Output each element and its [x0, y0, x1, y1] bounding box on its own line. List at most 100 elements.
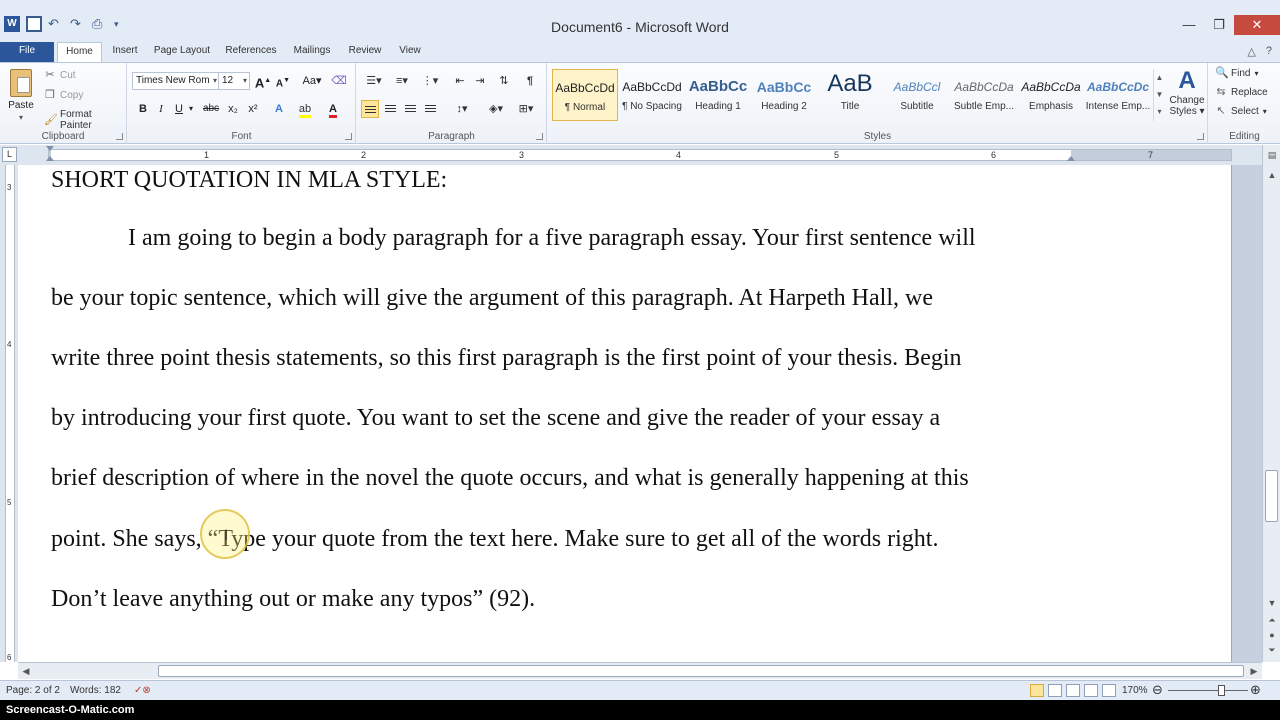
increase-indent-icon[interactable]: ⇥: [471, 72, 489, 90]
restore-icon[interactable]: ❐: [1204, 15, 1234, 35]
view-ruler-icon[interactable]: ▤: [1264, 147, 1280, 163]
highlight-icon[interactable]: ab: [296, 100, 314, 118]
font-name-combo[interactable]: Times New Rom ▾: [132, 72, 220, 90]
horizontal-scrollbar[interactable]: ◀ ▶: [18, 662, 1262, 679]
show-formatting-icon[interactable]: ¶: [521, 72, 539, 90]
zoom-slider-track[interactable]: [1168, 690, 1248, 691]
tab-selector-icon[interactable]: L: [2, 147, 17, 162]
shrink-font-button[interactable]: A▼: [274, 72, 292, 90]
tab-view[interactable]: View: [394, 42, 426, 62]
cut-button[interactable]: ✂ Cut: [44, 69, 75, 81]
vertical-ruler[interactable]: 3 4 5 6: [5, 165, 15, 662]
superscript-button[interactable]: x²: [244, 100, 262, 118]
replace-button[interactable]: ⇆ Replace: [1215, 86, 1267, 98]
italic-button[interactable]: I: [152, 100, 170, 118]
strikethrough-button[interactable]: abc: [200, 100, 222, 118]
scroll-right-icon[interactable]: ▶: [1246, 663, 1262, 679]
more-styles-icon[interactable]: ▾: [1154, 103, 1165, 120]
bullets-icon[interactable]: ☰▾: [361, 72, 387, 90]
web-layout-view-icon[interactable]: [1066, 684, 1080, 697]
style-emphasis[interactable]: AaBbCcDa Emphasis: [1018, 69, 1084, 121]
help-icon[interactable]: ?: [1266, 45, 1272, 58]
previous-page-icon[interactable]: ⏶: [1264, 612, 1280, 628]
style-no-spacing[interactable]: AaBbCcDd ¶ No Spacing: [619, 69, 685, 121]
minimize-ribbon-icon[interactable]: △: [1247, 45, 1255, 58]
style-name: ¶ Normal: [564, 102, 606, 113]
full-screen-reading-view-icon[interactable]: [1048, 684, 1062, 697]
style-subtle-emphasis[interactable]: AaBbCcDa Subtle Emp...: [951, 69, 1017, 121]
chevron-up-icon[interactable]: ▲: [1154, 69, 1165, 86]
paste-button[interactable]: Paste ▾: [4, 67, 38, 125]
right-indent-marker[interactable]: [1067, 156, 1075, 161]
clear-formatting-icon[interactable]: ⌫: [330, 72, 348, 90]
justify-icon[interactable]: [421, 100, 439, 118]
tab-page-layout[interactable]: Page Layout: [150, 42, 214, 62]
change-case-button[interactable]: Aa▾: [300, 72, 324, 90]
find-button[interactable]: 🔍 Find ▾: [1215, 67, 1258, 79]
style-intense-emphasis[interactable]: AaBbCcDc Intense Emp...: [1085, 69, 1151, 121]
page-indicator[interactable]: Page: 2 of 2: [6, 685, 60, 696]
subscript-button[interactable]: x₂: [224, 100, 242, 118]
tab-home[interactable]: Home: [57, 42, 102, 62]
document-page[interactable]: SHORT QUOTATION IN MLA STYLE: I am going…: [18, 165, 1232, 662]
align-right-icon[interactable]: [401, 100, 419, 118]
chevron-down-icon[interactable]: ▼: [1154, 86, 1165, 103]
style-heading-1[interactable]: AaBbCc Heading 1: [685, 69, 751, 121]
text-effects-icon[interactable]: A: [270, 100, 288, 118]
horizontal-scroll-thumb[interactable]: [158, 665, 1244, 677]
scroll-down-icon[interactable]: ▼: [1264, 595, 1280, 611]
numbering-icon[interactable]: ≡▾: [389, 72, 415, 90]
sort-icon[interactable]: ⇅: [495, 72, 513, 90]
tab-review[interactable]: Review: [344, 42, 386, 62]
align-left-icon[interactable]: [361, 100, 379, 118]
tab-mailings[interactable]: Mailings: [288, 42, 336, 62]
styles-launcher-icon[interactable]: [1197, 133, 1204, 140]
select-button[interactable]: ↖ Select ▾: [1215, 105, 1266, 117]
zoom-level[interactable]: 170%: [1122, 685, 1148, 696]
style-normal[interactable]: AaBbCcDd ¶ Normal: [552, 69, 618, 121]
minimize-icon[interactable]: —: [1174, 15, 1204, 35]
underline-dropdown-icon[interactable]: ▾: [186, 100, 196, 118]
hanging-indent-marker[interactable]: [46, 156, 54, 161]
proofing-icon[interactable]: ✓⊗: [134, 685, 151, 696]
outline-view-icon[interactable]: [1084, 684, 1098, 697]
browse-object-icon[interactable]: ●: [1264, 627, 1280, 643]
draft-view-icon[interactable]: [1102, 684, 1116, 697]
line-spacing-icon[interactable]: ↕▾: [449, 100, 475, 118]
vertical-scrollbar[interactable]: ▤ ▲ ▼ ⏶ ● ⏷: [1262, 145, 1280, 662]
tab-references[interactable]: References: [222, 42, 280, 62]
clipboard-launcher-icon[interactable]: [116, 133, 123, 140]
borders-icon[interactable]: ⊞▾: [513, 100, 539, 118]
vertical-scroll-thumb[interactable]: [1265, 470, 1278, 522]
horizontal-ruler[interactable]: 1 2 3 4 5 6 7: [46, 146, 1232, 161]
zoom-in-icon[interactable]: ⊕: [1250, 682, 1261, 698]
multilevel-list-icon[interactable]: ⋮▾: [417, 72, 443, 90]
font-size-combo[interactable]: 12 ▾: [218, 72, 250, 90]
shading-icon[interactable]: ◈▾: [483, 100, 509, 118]
format-painter-button[interactable]: 🖌 Format Painter: [44, 109, 126, 131]
bold-button[interactable]: B: [134, 100, 152, 118]
tab-file[interactable]: File: [0, 42, 54, 62]
decrease-indent-icon[interactable]: ⇤: [451, 72, 469, 90]
zoom-slider-thumb[interactable]: [1218, 685, 1225, 696]
font-launcher-icon[interactable]: [345, 133, 352, 140]
style-title[interactable]: AaB Title: [817, 69, 883, 121]
first-line-indent-marker[interactable]: [46, 146, 54, 151]
word-count[interactable]: Words: 182: [70, 685, 121, 696]
paragraph-launcher-icon[interactable]: [536, 133, 543, 140]
print-layout-view-icon[interactable]: [1030, 684, 1044, 697]
scroll-left-icon[interactable]: ◀: [18, 663, 34, 679]
change-styles-button[interactable]: A Change Styles ▾: [1168, 67, 1206, 117]
zoom-out-icon[interactable]: ⊖: [1152, 682, 1163, 698]
tab-insert[interactable]: Insert: [108, 42, 142, 62]
align-center-icon[interactable]: [381, 100, 399, 118]
style-subtitle[interactable]: AaBbCcl Subtitle: [884, 69, 950, 121]
styles-gallery-scroll[interactable]: ▲ ▼ ▾: [1153, 69, 1165, 121]
next-page-icon[interactable]: ⏷: [1264, 642, 1280, 658]
grow-font-button[interactable]: A▲: [254, 72, 272, 90]
style-heading-2[interactable]: AaBbCc Heading 2: [751, 69, 817, 121]
scroll-up-icon[interactable]: ▲: [1264, 167, 1280, 183]
copy-button[interactable]: ❐ Copy: [44, 89, 83, 101]
font-color-icon[interactable]: A: [324, 100, 342, 118]
close-icon[interactable]: ✕: [1234, 15, 1280, 35]
